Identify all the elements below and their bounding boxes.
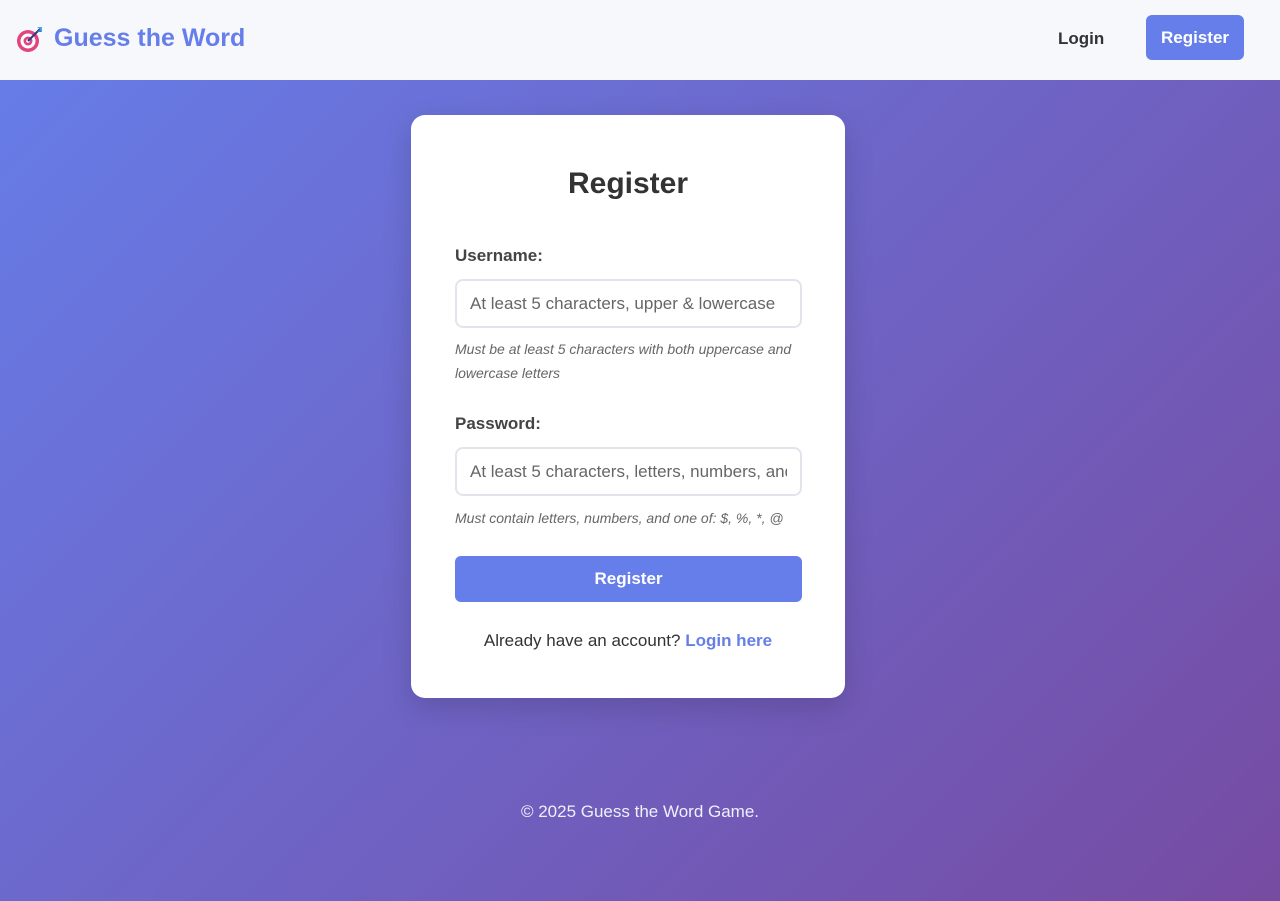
password-label: Password: bbox=[455, 414, 541, 433]
username-label: Username: bbox=[455, 246, 543, 265]
username-input[interactable] bbox=[455, 279, 802, 328]
top-navbar: Guess the Word Login Register bbox=[0, 0, 1280, 80]
register-card: Register Username: Must be at least 5 ch… bbox=[411, 115, 845, 698]
target-dart-icon bbox=[16, 25, 44, 53]
nav-register-button[interactable]: Register bbox=[1146, 15, 1244, 60]
register-submit-button[interactable]: Register bbox=[455, 556, 802, 602]
password-input[interactable] bbox=[455, 447, 802, 496]
login-prompt-text: Already have an account? bbox=[483, 631, 686, 650]
login-here-link[interactable]: Login here bbox=[685, 631, 772, 650]
page-footer: © 2025 Guess the Word Game. bbox=[0, 802, 1280, 822]
nav-login-link[interactable]: Login bbox=[1058, 29, 1104, 49]
login-prompt: Already have an account? Login here bbox=[411, 631, 845, 651]
footer-copyright: © 2025 Guess the Word Game. bbox=[520, 802, 760, 821]
brand-title: Guess the Word bbox=[54, 24, 246, 52]
page-title: Register bbox=[567, 167, 689, 200]
username-hint: Must be at least 5 characters with both … bbox=[455, 341, 792, 381]
password-hint: Must contain letters, numbers, and one o… bbox=[455, 510, 784, 526]
brand-logo-link[interactable]: Guess the Word bbox=[16, 24, 245, 53]
